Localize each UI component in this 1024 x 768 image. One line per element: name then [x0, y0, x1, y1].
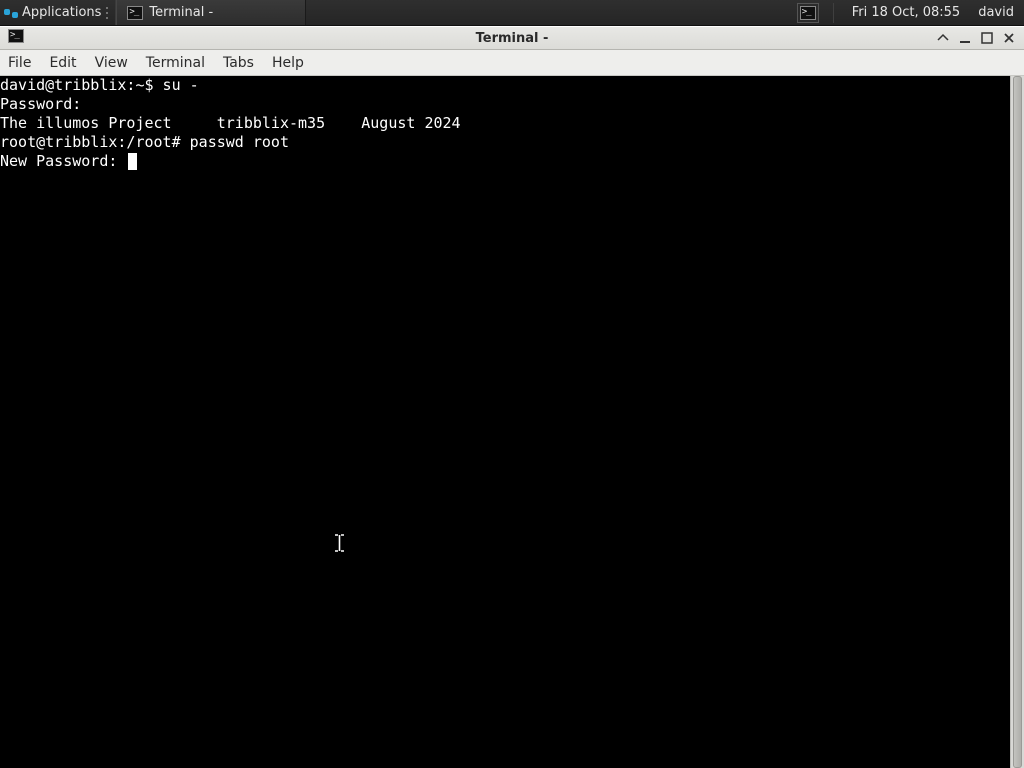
- menu-help[interactable]: Help: [272, 55, 304, 71]
- menu-file[interactable]: File: [8, 55, 31, 71]
- terminal-icon: [800, 6, 816, 20]
- taskbar-item-terminal[interactable]: Terminal -: [116, 0, 306, 25]
- terminal-line: root@tribblix:/root# passwd root: [0, 133, 289, 151]
- scrollbar-thumb[interactable]: [1013, 76, 1022, 768]
- terminal-prompt-text: New Password:: [0, 152, 126, 170]
- terminal-icon: [127, 6, 143, 20]
- maximize-icon: [981, 32, 993, 44]
- window-shade-button[interactable]: [936, 31, 950, 45]
- terminal-line: The illumos Project tribblix-m35 August …: [0, 114, 461, 132]
- xfce-logo-icon: [4, 6, 18, 20]
- panel-separator: [833, 3, 834, 23]
- applications-menu-label: Applications: [22, 5, 101, 20]
- vertical-scrollbar[interactable]: [1010, 76, 1024, 768]
- minimize-icon: [959, 32, 971, 44]
- window-close-button[interactable]: [1002, 31, 1016, 45]
- terminal-line: Password:: [0, 95, 81, 113]
- terminal-output[interactable]: david@tribblix:~$ su - Password: The ill…: [0, 76, 1010, 768]
- top-panel: Applications Terminal - Fri 18 Oct, 08:5…: [0, 0, 1024, 26]
- menu-terminal[interactable]: Terminal: [146, 55, 205, 71]
- applications-menu[interactable]: Applications: [0, 0, 116, 25]
- panel-right: Fri 18 Oct, 08:55 david: [797, 0, 1024, 25]
- window-minimize-button[interactable]: [958, 31, 972, 45]
- panel-grip-icon: [105, 6, 109, 20]
- window-maximize-button[interactable]: [980, 31, 994, 45]
- terminal-body: david@tribblix:~$ su - Password: The ill…: [0, 76, 1024, 768]
- terminal-line: david@tribblix:~$ su -: [0, 76, 199, 94]
- panel-clock[interactable]: Fri 18 Oct, 08:55: [848, 5, 965, 20]
- panel-username[interactable]: david: [974, 5, 1018, 20]
- window-controls: [936, 31, 1024, 45]
- window-titlebar[interactable]: Terminal -: [0, 26, 1024, 50]
- menubar: File Edit View Terminal Tabs Help: [0, 50, 1024, 76]
- taskbar-item-label: Terminal -: [149, 5, 213, 20]
- window-title: Terminal -: [0, 31, 1024, 46]
- panel-left: Applications Terminal -: [0, 0, 306, 25]
- menu-edit[interactable]: Edit: [49, 55, 76, 71]
- tray-terminal-launcher[interactable]: [797, 3, 819, 23]
- terminal-icon: [8, 29, 24, 43]
- scrollbar-track[interactable]: [1011, 76, 1024, 768]
- terminal-line: New Password:: [0, 152, 137, 170]
- menu-view[interactable]: View: [95, 55, 128, 71]
- menu-tabs[interactable]: Tabs: [223, 55, 254, 71]
- close-icon: [1003, 32, 1015, 44]
- chevron-up-icon: [937, 32, 949, 44]
- terminal-window: Terminal -: [0, 26, 1024, 768]
- desktop: Terminal -: [0, 26, 1024, 768]
- terminal-cursor: [128, 153, 137, 170]
